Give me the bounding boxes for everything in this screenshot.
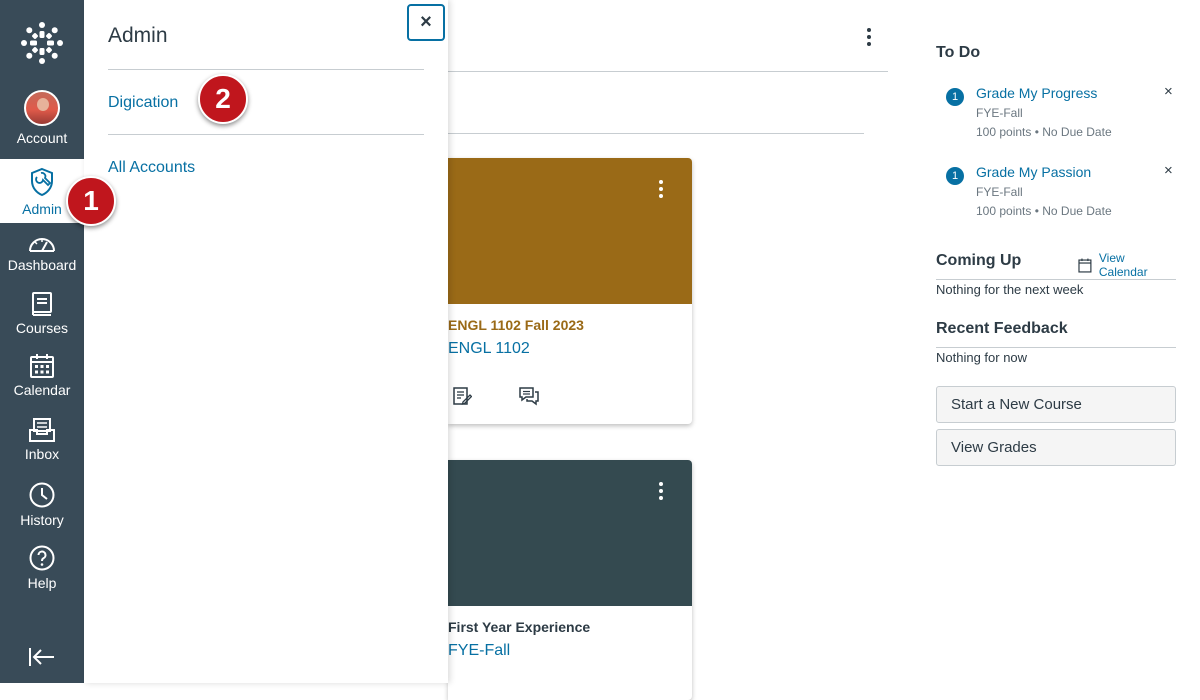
tray-divider (108, 134, 424, 135)
todo-meta: 100 points • No Due Date (976, 204, 1112, 218)
todo-meta: 100 points • No Due Date (976, 125, 1112, 139)
nav-inbox-label: Inbox (24, 446, 60, 462)
calendar-icon (1078, 258, 1092, 273)
global-navigation: Account Admin Dashboard Courses Calendar… (0, 0, 84, 683)
card-options-kebab-icon[interactable] (659, 482, 663, 500)
book-icon (32, 292, 52, 316)
dashboard-options-kebab-icon[interactable] (867, 28, 871, 46)
question-icon (29, 545, 55, 571)
discussions-icon[interactable] (518, 386, 540, 406)
dismiss-todo-close-icon[interactable]: × (1164, 162, 1173, 179)
view-calendar-label[interactable]: View Calendar (1099, 251, 1176, 279)
avatar (24, 90, 60, 126)
admin-tray-title: Admin (108, 24, 168, 47)
nav-courses-label: Courses (15, 320, 69, 336)
todo-course: FYE-Fall (976, 185, 1023, 199)
todo-heading: To Do (936, 44, 981, 61)
nav-inbox[interactable]: Inbox (0, 418, 84, 468)
course-card-term[interactable]: ENGL 1102 Fall 2023 (448, 317, 584, 333)
nav-history-label: History (20, 512, 64, 528)
start-new-course-button[interactable]: Start a New Course (936, 386, 1176, 423)
nav-admin-label: Admin (22, 201, 62, 217)
tray-divider (108, 69, 424, 70)
recent-feedback-heading: Recent Feedback (936, 320, 1068, 337)
nav-dashboard[interactable]: Dashboard (0, 233, 84, 281)
nav-calendar-label: Calendar (13, 382, 71, 398)
admin-shield-icon (31, 167, 53, 197)
sidebar-divider (936, 279, 1176, 280)
collapse-arrow-icon[interactable] (28, 645, 56, 669)
todo-count-badge: 1 (946, 88, 964, 106)
nav-help-label: Help (27, 575, 57, 591)
recent-feedback-empty-text: Nothing for now (936, 350, 1028, 365)
todo-course: FYE-Fall (976, 106, 1023, 120)
header-divider (448, 71, 888, 72)
assignments-icon[interactable] (452, 386, 472, 406)
close-tray-button[interactable]: × (407, 4, 445, 41)
nav-dashboard-label: Dashboard (7, 257, 77, 273)
course-card-fye[interactable]: First Year Experience FYE-Fall (448, 460, 692, 700)
subheader-divider (448, 133, 864, 134)
dismiss-todo-close-icon[interactable]: × (1164, 83, 1173, 100)
callout-badge-1: 1 (66, 176, 116, 226)
todo-title-link[interactable]: Grade My Progress (976, 85, 1097, 101)
card-options-kebab-icon[interactable] (659, 180, 663, 198)
clock-icon (29, 482, 55, 508)
coming-up-empty-text: Nothing for the next week (936, 282, 1084, 297)
nav-calendar[interactable]: Calendar (0, 354, 84, 404)
inbox-icon (29, 418, 55, 442)
coming-up-heading: Coming Up (936, 252, 1022, 269)
course-card-hero[interactable] (448, 460, 692, 606)
course-card-code[interactable]: FYE-Fall (448, 642, 510, 660)
course-card-term[interactable]: First Year Experience (448, 619, 590, 635)
dashboard-gauge-icon (29, 238, 55, 252)
canvas-logo-icon[interactable] (20, 21, 64, 65)
nav-courses[interactable]: Courses (0, 292, 84, 342)
todo-title-link[interactable]: Grade My Passion (976, 164, 1091, 180)
sidebar-divider (936, 347, 1176, 348)
view-grades-button[interactable]: View Grades (936, 429, 1176, 466)
nav-account[interactable]: Account (0, 90, 84, 154)
callout-badge-2: 2 (198, 74, 248, 124)
nav-help[interactable]: Help (0, 545, 84, 595)
nav-account-label: Account (16, 130, 68, 146)
course-card-engl1102[interactable]: ENGL 1102 Fall 2023 ENGL 1102 (448, 158, 692, 424)
tray-link-all-accounts[interactable]: All Accounts (108, 159, 195, 177)
nav-history[interactable]: History (0, 482, 84, 532)
view-calendar-link[interactable]: View Calendar (1078, 251, 1176, 279)
calendar-icon (30, 354, 54, 378)
todo-count-badge: 1 (946, 167, 964, 185)
course-card-code[interactable]: ENGL 1102 (448, 340, 530, 358)
admin-tray: Admin × Digication All Accounts (84, 0, 448, 683)
tray-link-digication[interactable]: Digication (108, 94, 178, 112)
course-card-hero[interactable] (448, 158, 692, 304)
